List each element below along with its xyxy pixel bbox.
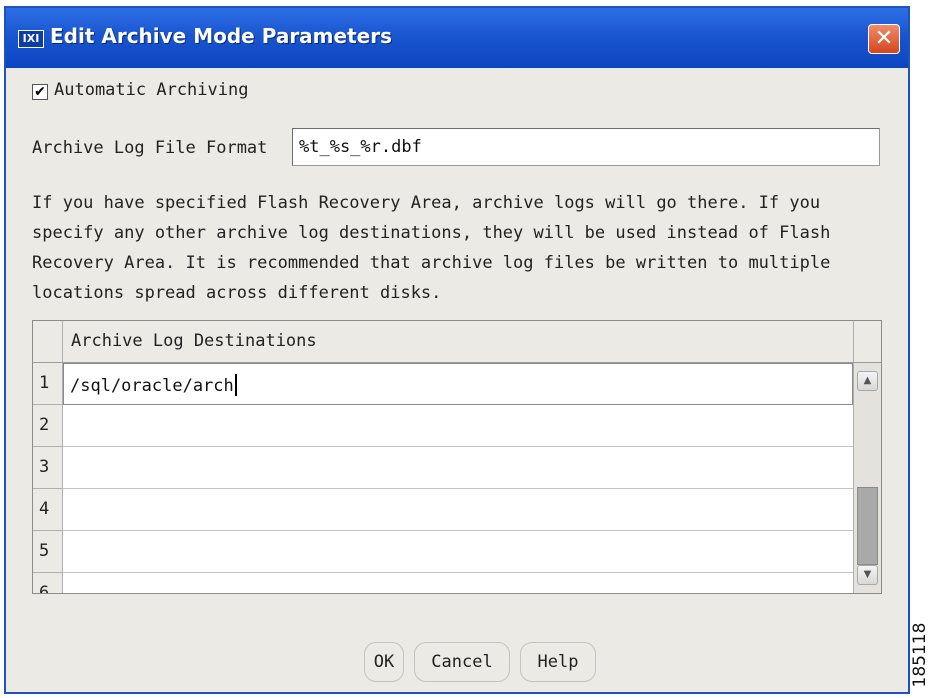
destination-cell[interactable] xyxy=(63,573,853,593)
dialog-title: Edit Archive Mode Parameters xyxy=(50,24,392,48)
info-text: If you have specified Flash Recovery Are… xyxy=(32,188,888,308)
destination-value: /sql/oracle/arch xyxy=(70,376,234,396)
table-row: 3 xyxy=(33,447,853,489)
vertical-scrollbar[interactable]: ▲ ▼ xyxy=(853,363,881,593)
figure-id: 185118 xyxy=(906,612,934,698)
close-button[interactable]: ✕ xyxy=(868,24,900,54)
table-row: 2 xyxy=(33,405,853,447)
row-number: 1 xyxy=(33,363,63,405)
row-number: 2 xyxy=(33,405,63,447)
log-file-format-input[interactable]: %t_%s_%r.dbf xyxy=(292,128,880,166)
app-icon: IXI xyxy=(18,30,44,48)
row-number: 5 xyxy=(33,531,63,573)
row-number: 4 xyxy=(33,489,63,531)
destinations-column-header[interactable]: Archive Log Destinations xyxy=(63,321,853,363)
row-number: 3 xyxy=(33,447,63,489)
scroll-down-icon[interactable]: ▼ xyxy=(857,565,878,585)
scroll-up-icon[interactable]: ▲ xyxy=(857,371,878,391)
scroll-thumb[interactable] xyxy=(857,487,878,565)
title-bar[interactable]: IXI Edit Archive Mode Parameters ✕ xyxy=(6,8,908,68)
info-line: Recovery Area. It is recommended that ar… xyxy=(32,253,831,273)
text-caret xyxy=(234,374,237,396)
destinations-table: Archive Log Destinations 1 /sql/oracle/a… xyxy=(32,320,882,594)
table-corner xyxy=(33,321,63,363)
automatic-archiving-checkbox[interactable]: ✔ xyxy=(32,84,48,100)
destination-cell[interactable] xyxy=(63,447,853,489)
table-row: 4 xyxy=(33,489,853,531)
help-button[interactable]: Help xyxy=(520,642,596,682)
table-row: 6 xyxy=(33,573,853,593)
destination-cell[interactable]: /sql/oracle/arch xyxy=(63,363,853,405)
table-header-filler xyxy=(853,321,881,363)
table-row: 1 /sql/oracle/arch xyxy=(33,363,853,405)
row-number: 6 xyxy=(33,573,63,593)
figure-id-text: 185118 xyxy=(910,622,930,688)
info-line: specify any other archive log destinatio… xyxy=(32,223,831,243)
destination-cell[interactable] xyxy=(63,489,853,531)
cancel-button[interactable]: Cancel xyxy=(414,642,510,682)
info-line: If you have specified Flash Recovery Are… xyxy=(32,193,821,213)
destination-cell[interactable] xyxy=(63,405,853,447)
destination-cell[interactable] xyxy=(63,531,853,573)
table-row: 5 xyxy=(33,531,853,573)
automatic-archiving-label[interactable]: Automatic Archiving xyxy=(54,80,248,100)
log-file-format-label: Archive Log File Format xyxy=(32,138,268,158)
ok-button[interactable]: OK xyxy=(364,642,404,682)
info-line: locations spread across different disks. xyxy=(32,283,442,303)
